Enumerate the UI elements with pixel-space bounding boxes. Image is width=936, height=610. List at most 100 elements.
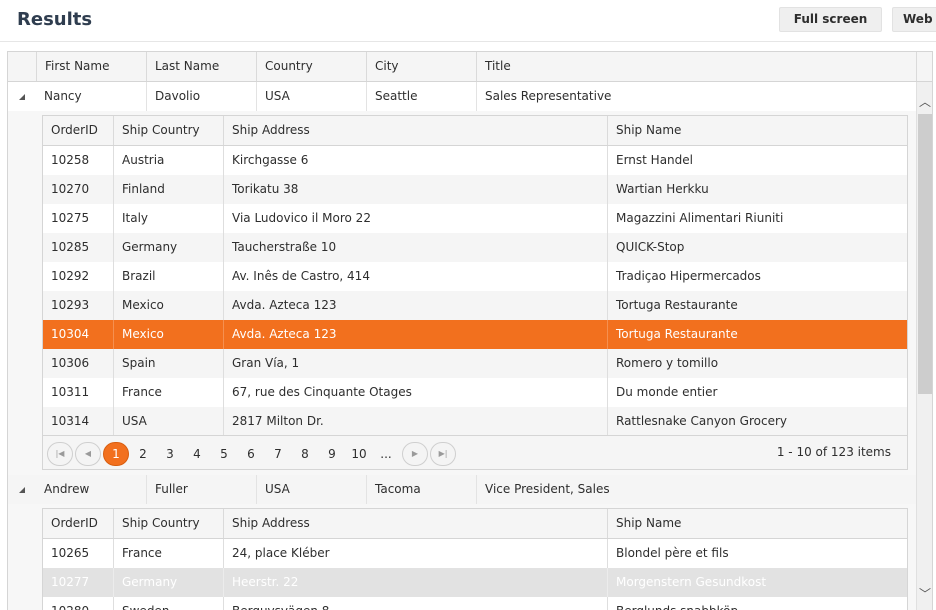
pager-page-button[interactable]: 1 bbox=[103, 442, 129, 466]
detail-row[interactable]: 10311 France 67, rue des Cinquante Otages D… bbox=[43, 378, 907, 407]
detail-grid: OrderID Ship Country Ship Address Ship N… bbox=[42, 115, 908, 470]
cell-ship-name: Du monde entier bbox=[607, 378, 907, 407]
cell-ship-country: Sweden bbox=[113, 597, 223, 610]
master-row[interactable]: Andrew Fuller USA Tacoma Vice President,… bbox=[8, 475, 916, 504]
expand-triangle-icon[interactable] bbox=[19, 94, 25, 100]
detail-row[interactable]: 10280SwedenBerguvsvägen 8Berglunds snabb… bbox=[43, 597, 907, 610]
cell-order-id: 10314 bbox=[51, 414, 90, 428]
cell-ship-address: Via Ludovico il Moro 22 bbox=[223, 204, 607, 233]
pager-page-button[interactable]: 5 bbox=[211, 442, 237, 466]
master-row[interactable]: Nancy Davolio USA Seattle Sales Represen… bbox=[8, 82, 916, 111]
cell-order-id: 10311 bbox=[51, 385, 90, 399]
cell-ship-address: Avda. Azteca 123 bbox=[223, 291, 607, 320]
pager-prev-button[interactable]: ◀ bbox=[75, 442, 101, 466]
pager-page-button[interactable]: 7 bbox=[265, 442, 291, 466]
pager-page-button[interactable]: 2 bbox=[130, 442, 156, 466]
column-header-ship-name[interactable]: Ship Name bbox=[607, 116, 907, 145]
cell-order-id: 10258 bbox=[51, 153, 90, 167]
cell-first-name: Andrew bbox=[44, 482, 90, 496]
cell-order-id: 10275 bbox=[51, 211, 90, 225]
column-header-ship-address[interactable]: Ship Address bbox=[223, 116, 607, 145]
pager-page-button[interactable]: 9 bbox=[319, 442, 345, 466]
pager-page-button[interactable]: 4 bbox=[184, 442, 210, 466]
detail-row[interactable]: 10293 Mexico Avda. Azteca 123 Tortuga Resta… bbox=[43, 291, 907, 320]
detail-row[interactable]: 10265 France 24, place Kléber Blondel père … bbox=[43, 539, 907, 568]
cell-last-name: Fuller bbox=[146, 475, 256, 504]
column-header-country[interactable]: Country bbox=[256, 52, 366, 81]
column-header-city[interactable]: City bbox=[366, 52, 476, 81]
vertical-scrollbar[interactable]: ︿ ﹀ bbox=[916, 82, 932, 610]
cell-ship-country: Italy bbox=[113, 204, 223, 233]
cell-ship-address: Heerstr. 22 bbox=[223, 568, 607, 597]
cell-ship-name: Magazzini Alimentari Riuniti bbox=[607, 204, 907, 233]
cell-order-id: 10293 bbox=[51, 298, 90, 312]
column-header-ship-country[interactable]: Ship Country bbox=[113, 116, 223, 145]
column-header-ship-country[interactable]: Ship Country bbox=[113, 509, 223, 538]
column-header-ship-name[interactable]: Ship Name bbox=[607, 509, 907, 538]
expand-toggle[interactable] bbox=[8, 475, 36, 504]
cell-ship-name: Tortuga Restaurante bbox=[607, 320, 907, 349]
chevron-up-icon[interactable]: ︿ bbox=[917, 92, 932, 112]
detail-row[interactable]: 10258 Austria Kirchgasse 6 Ernst Handel bbox=[43, 146, 907, 175]
cell-ship-country: USA bbox=[113, 407, 223, 436]
detail-row[interactable]: 10275 Italy Via Ludovico il Moro 22 Magazzi… bbox=[43, 204, 907, 233]
web-button[interactable]: Web bbox=[892, 7, 936, 32]
column-header-title[interactable]: Title bbox=[476, 52, 916, 81]
cell-country: USA bbox=[256, 82, 366, 111]
pager-page-button[interactable]: 6 bbox=[238, 442, 264, 466]
cell-ship-address: Taucherstraße 10 bbox=[223, 233, 607, 262]
detail-row[interactable]: 10277 Germany Heerstr. 22 Morgenstern Gesun… bbox=[43, 568, 907, 597]
column-header-order-id[interactable]: OrderID bbox=[43, 509, 113, 538]
pager-page-button[interactable]: 8 bbox=[292, 442, 318, 466]
cell-ship-country: Finland bbox=[113, 175, 223, 204]
detail-row[interactable]: 10306 Spain Gran Vía, 1 Romero y tomillo bbox=[43, 349, 907, 378]
master-grid: First Name Last Name Country City Title … bbox=[7, 51, 933, 610]
pager-page-button[interactable]: 3 bbox=[157, 442, 183, 466]
cell-ship-name: Morgenstern Gesundkost bbox=[607, 568, 907, 597]
cell-order-id: 10265 bbox=[51, 546, 90, 560]
expand-toggle[interactable] bbox=[8, 82, 36, 111]
results-header: Results Full screen Web bbox=[0, 0, 936, 42]
cell-city: Tacoma bbox=[366, 475, 476, 504]
detail-row[interactable]: 10285 Germany Taucherstraße 10 QUICK-Stop bbox=[43, 233, 907, 262]
detail-area: OrderID Ship Country Ship Address Ship N… bbox=[8, 111, 916, 475]
cell-ship-country: Brazil bbox=[113, 262, 223, 291]
detail-row[interactable]: 10314 USA 2817 Milton Dr. Rattlesnake Canyo… bbox=[43, 407, 907, 436]
next-page-icon: ▶ bbox=[411, 449, 419, 458]
prev-page-icon: ◀ bbox=[84, 449, 92, 458]
full-screen-button[interactable]: Full screen bbox=[779, 7, 882, 32]
scrollbar-thumb[interactable] bbox=[918, 114, 932, 394]
cell-last-name: Davolio bbox=[146, 82, 256, 111]
cell-ship-address: 2817 Milton Dr. bbox=[223, 407, 607, 436]
cell-ship-name: Wartian Herkku bbox=[607, 175, 907, 204]
cell-ship-country: Austria bbox=[113, 146, 223, 175]
column-header-first-name[interactable]: First Name bbox=[36, 52, 146, 81]
pager-last-button[interactable]: ▶| bbox=[430, 442, 456, 466]
cell-city: Seattle bbox=[366, 82, 476, 111]
pager-first-button[interactable]: |◀ bbox=[47, 442, 73, 466]
cell-ship-country: Mexico bbox=[113, 291, 223, 320]
cell-ship-address: Gran Vía, 1 bbox=[223, 349, 607, 378]
column-header-order-id[interactable]: OrderID bbox=[43, 116, 113, 145]
detail-row[interactable]: 10270 Finland Torikatu 38 Wartian Herkku bbox=[43, 175, 907, 204]
chevron-down-icon[interactable]: ﹀ bbox=[917, 584, 932, 604]
column-header-ship-address[interactable]: Ship Address bbox=[223, 509, 607, 538]
cell-ship-address: Avda. Azteca 123 bbox=[223, 320, 607, 349]
detail-grid-header: OrderID Ship Country Ship Address Ship N… bbox=[43, 509, 907, 539]
detail-row[interactable]: 10292 Brazil Av. Inês de Castro, 414 Tradiç… bbox=[43, 262, 907, 291]
cell-order-id: 10285 bbox=[51, 240, 90, 254]
detail-grid-header: OrderID Ship Country Ship Address Ship N… bbox=[43, 116, 907, 146]
pager-next-button[interactable]: ▶ bbox=[402, 442, 428, 466]
expand-triangle-icon[interactable] bbox=[19, 487, 25, 493]
cell-title: Vice President, Sales bbox=[476, 475, 916, 504]
column-header-last-name[interactable]: Last Name bbox=[146, 52, 256, 81]
detail-row[interactable]: 10304 Mexico Avda. Azteca 123 Tortuga Resta… bbox=[43, 320, 907, 349]
detail-area: OrderID Ship Country Ship Address Ship N… bbox=[8, 504, 916, 610]
page-title: Results bbox=[17, 9, 93, 30]
cell-ship-name: Berglunds snabbköp bbox=[607, 597, 907, 610]
cell-ship-name: Blondel père et fils bbox=[607, 539, 907, 568]
pager-page-button[interactable]: 10 bbox=[346, 442, 372, 466]
cell-order-id: 10270 bbox=[51, 182, 90, 196]
pager-more-button[interactable]: ... bbox=[373, 442, 399, 466]
column-header-spacer bbox=[916, 52, 932, 81]
